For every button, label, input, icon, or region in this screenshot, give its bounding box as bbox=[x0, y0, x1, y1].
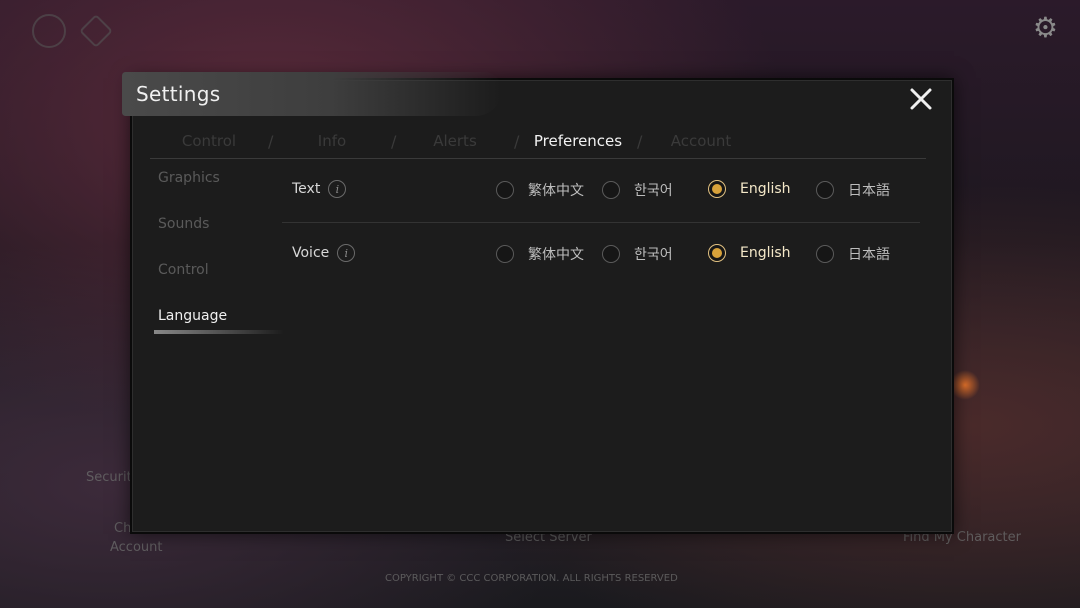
text-option-ja[interactable]: 日本語 bbox=[816, 180, 890, 200]
radio-button-checked[interactable] bbox=[708, 244, 726, 262]
copyright-text: COPYRIGHT © CCC CORPORATION. ALL RIGHTS … bbox=[385, 573, 678, 584]
close-button[interactable] bbox=[906, 84, 936, 114]
option-label: 日本語 bbox=[848, 183, 890, 199]
option-label: 한국어 bbox=[634, 183, 673, 199]
tab-info[interactable]: Info bbox=[273, 132, 391, 150]
gear-icon[interactable]: ⚙ bbox=[1033, 14, 1058, 42]
background-fire-glow bbox=[950, 370, 980, 400]
security-label[interactable]: Securit bbox=[86, 470, 132, 485]
sidebar-item-control[interactable]: Control bbox=[158, 262, 288, 308]
tab-bar: Control / Info / Alerts / Preferences / … bbox=[150, 124, 926, 159]
radio-button[interactable] bbox=[816, 181, 834, 199]
text-option-ko[interactable]: 한국어 bbox=[602, 180, 673, 200]
radio-button[interactable] bbox=[602, 181, 620, 199]
radio-button[interactable] bbox=[602, 245, 620, 263]
settings-dialog: Settings Control / Info / Alerts / Prefe… bbox=[122, 72, 954, 534]
radio-button[interactable] bbox=[496, 245, 514, 263]
voice-option-en[interactable]: English bbox=[708, 244, 791, 262]
row-label: Voice i bbox=[292, 244, 356, 262]
voice-option-zh-tw[interactable]: 繁体中文 bbox=[496, 244, 584, 264]
change-account-label-2[interactable]: Account bbox=[110, 540, 163, 555]
change-account-label[interactable]: Ch bbox=[114, 521, 131, 536]
tab-alerts[interactable]: Alerts bbox=[396, 132, 514, 150]
close-icon bbox=[910, 88, 932, 110]
info-icon[interactable]: i bbox=[337, 244, 356, 262]
radio-button-checked[interactable] bbox=[708, 180, 726, 198]
tab-control[interactable]: Control bbox=[150, 132, 268, 150]
dialog-title: Settings bbox=[136, 82, 221, 106]
text-language-label: Text bbox=[292, 181, 321, 197]
voice-option-ko[interactable]: 한국어 bbox=[602, 244, 673, 264]
option-label: 繁体中文 bbox=[528, 183, 584, 199]
game-logo-icon bbox=[32, 14, 66, 48]
voice-language-row: Voice i 繁体中文 한국어 English 日本語 bbox=[282, 222, 920, 286]
row-label: Text i bbox=[292, 180, 347, 198]
radio-button[interactable] bbox=[816, 245, 834, 263]
info-icon[interactable]: i bbox=[328, 180, 347, 198]
text-option-en[interactable]: English bbox=[708, 180, 791, 198]
option-label: English bbox=[740, 181, 791, 197]
text-language-row: Text i 繁体中文 한국어 English 日本語 bbox=[282, 158, 920, 223]
settings-sidebar: Graphics Sounds Control Language bbox=[154, 170, 288, 354]
text-option-zh-tw[interactable]: 繁体中文 bbox=[496, 180, 584, 200]
voice-language-label: Voice bbox=[292, 245, 330, 261]
voice-option-ja[interactable]: 日本語 bbox=[816, 244, 890, 264]
radio-button[interactable] bbox=[496, 181, 514, 199]
option-label: 한국어 bbox=[634, 247, 673, 263]
option-label: English bbox=[740, 245, 791, 261]
tab-preferences[interactable]: Preferences bbox=[519, 132, 637, 150]
publisher-logo-icon bbox=[79, 14, 113, 48]
option-label: 日本語 bbox=[848, 247, 890, 263]
background-logos bbox=[32, 14, 113, 48]
sidebar-item-language[interactable]: Language bbox=[154, 308, 288, 354]
sidebar-item-sounds[interactable]: Sounds bbox=[158, 216, 288, 262]
tab-account[interactable]: Account bbox=[642, 132, 760, 150]
sidebar-item-graphics[interactable]: Graphics bbox=[158, 170, 288, 216]
option-label: 繁体中文 bbox=[528, 247, 584, 263]
